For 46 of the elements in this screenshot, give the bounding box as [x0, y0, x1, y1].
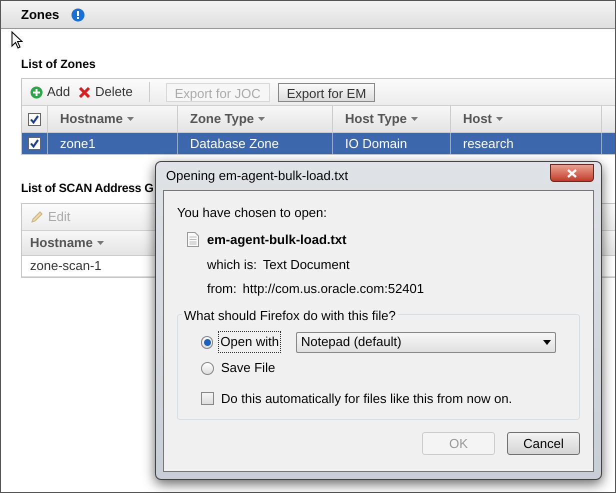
- page-title: Zones: [21, 6, 60, 24]
- window-title: Opening em-agent-bulk-load.txt: [166, 167, 348, 186]
- field-label: which is:: [207, 256, 257, 274]
- table-cell: IO Domain: [333, 133, 451, 154]
- delete-button[interactable]: Delete: [78, 82, 133, 102]
- column-header[interactable]: Host Type: [333, 106, 451, 132]
- section-title: List of SCAN Address G: [21, 180, 155, 197]
- cursor-icon: [11, 31, 23, 49]
- radio-label[interactable]: Open with: [219, 332, 280, 352]
- checkbox[interactable]: [28, 112, 41, 126]
- sort-arrow-icon: [410, 117, 418, 121]
- close-icon: [567, 168, 577, 178]
- checkbox[interactable]: [201, 392, 214, 406]
- table-cell: research: [451, 133, 602, 154]
- pencil-icon: [30, 210, 44, 224]
- table-cell: zone1: [48, 133, 178, 154]
- sort-arrow-icon: [496, 117, 503, 121]
- section-title: List of Zones: [21, 56, 97, 73]
- checkbox-label[interactable]: Do this automatically for files like this from now on.: [221, 389, 512, 408]
- column-header[interactable]: Host: [451, 106, 602, 132]
- delete-icon: [78, 86, 92, 98]
- field-label: from:: [207, 280, 237, 298]
- dialog-button[interactable]: Cancel: [507, 432, 580, 455]
- sort-arrow-icon: [258, 117, 266, 121]
- prompt-text: You have chosen to open:: [177, 204, 328, 222]
- dropdown-arrow-icon: [543, 340, 551, 344]
- checkbox[interactable]: [28, 137, 41, 150]
- table-cell: Database Zone: [178, 133, 333, 154]
- file-name: em-agent-bulk-load.txt: [207, 230, 346, 249]
- field-value: http://com.us.oracle.com:52401: [242, 280, 424, 298]
- export-button[interactable]: Export for EM: [278, 82, 376, 102]
- add-button[interactable]: Add: [30, 82, 70, 102]
- info-icon[interactable]: [71, 8, 86, 22]
- column-header[interactable]: Zone Type: [178, 106, 333, 132]
- radio-label[interactable]: Save File: [220, 358, 276, 378]
- radio-button[interactable]: [201, 362, 214, 374]
- document-icon: [187, 232, 199, 247]
- column-header[interactable]: Hostname: [48, 106, 178, 132]
- close-button[interactable]: [550, 164, 594, 182]
- table-row[interactable]: zone1 Database Zone IO Domain research: [22, 133, 615, 154]
- add-icon: [30, 86, 43, 98]
- radio-button[interactable]: [201, 336, 214, 348]
- field-value: Text Document: [262, 256, 350, 274]
- sort-arrow-icon: [126, 117, 134, 121]
- sort-arrow-icon: [96, 241, 104, 245]
- application-dropdown[interactable]: Notepad (default): [296, 332, 556, 352]
